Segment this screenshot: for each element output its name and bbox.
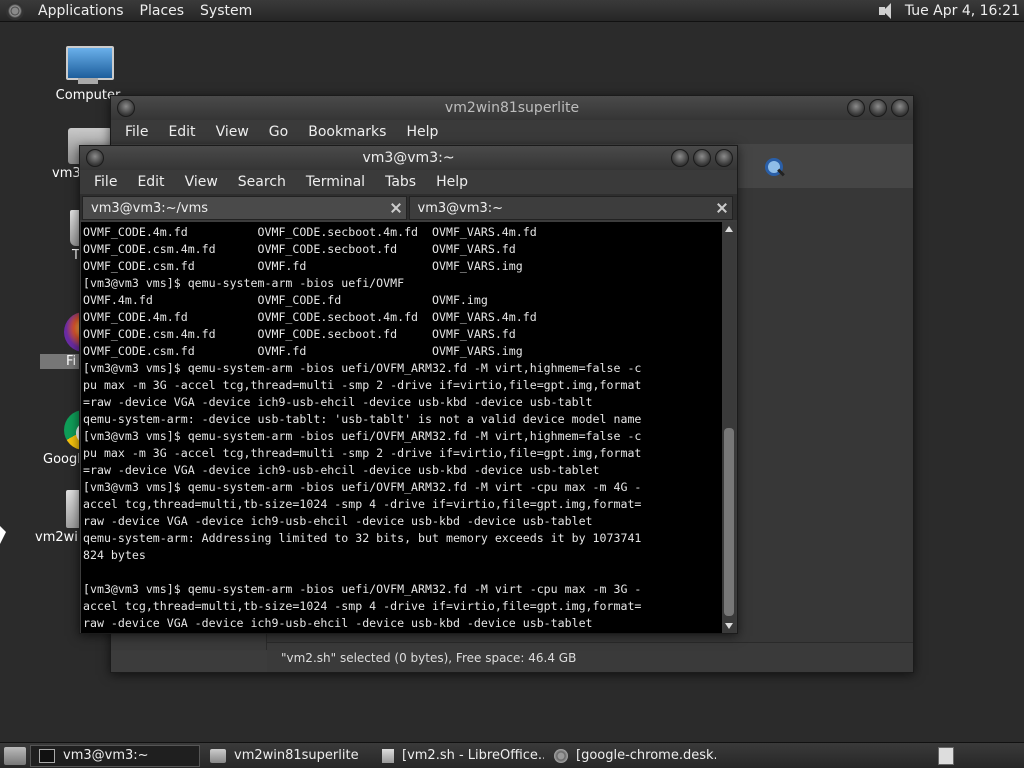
window-title: vm3@vm3:~ (362, 150, 455, 166)
taskbar-item-chrome-desktop[interactable]: [google-chrome.desk... (546, 745, 716, 767)
scrollbar-thumb[interactable] (724, 428, 734, 616)
taskbar-item-label: [google-chrome.desk... (576, 748, 716, 763)
terminal-line: [vm3@vm3 vms]$ qemu-system-arm -bios uef… (83, 276, 405, 290)
terminal-line: qemu-system-arm: -device usb-tablt: 'usb… (83, 412, 642, 426)
terminal-line: [vm3@vm3 vms]$ qemu-system-arm -bios uef… (83, 361, 642, 375)
menu-view[interactable]: View (175, 174, 228, 190)
terminal-line: pu max -m 3G -accel tcg,thread=multi -sm… (83, 378, 642, 392)
terminal-line: OVMF.4m.fd OVMF_CODE.fd OVMF.img (83, 293, 488, 307)
terminal-line: [vm3@vm3 vms]$ qemu-system-arm -bios uef… (83, 429, 642, 443)
menu-edit[interactable]: Edit (127, 174, 174, 190)
terminal-line: =raw -device VGA -device ich9-usb-ehcil … (83, 463, 600, 477)
folder-icon (210, 748, 226, 763)
close-icon[interactable] (390, 202, 402, 214)
tab-label: vm3@vm3:~ (417, 200, 504, 216)
terminal-scrollbar[interactable] (722, 222, 736, 633)
menu-search[interactable]: Search (228, 174, 296, 190)
top-panel: Applications Places System Tue Apr 4, 16… (0, 0, 1024, 22)
search-icon[interactable] (763, 156, 785, 178)
close-button[interactable] (891, 99, 909, 117)
terminal-line: OVMF_CODE.4m.fd OVMF_CODE.secboot.4m.fd … (83, 225, 537, 239)
menu-system[interactable]: System (192, 3, 260, 19)
terminal-line: 824 bytes (83, 548, 146, 562)
terminal-line: =raw -device VGA -device ich9-usb-ehcil … (83, 395, 593, 409)
chrome-icon (554, 748, 568, 763)
terminal-menubar: File Edit View Search Terminal Tabs Help (80, 170, 737, 194)
tab-label: vm3@vm3:~/vms (91, 200, 209, 216)
computer-icon (64, 46, 114, 86)
terminal-line: OVMF_CODE.csm.fd OVMF.fd OVMF_VARS.img (83, 344, 523, 358)
menu-file[interactable]: File (84, 174, 127, 190)
top-panel-tray: Tue Apr 4, 16:21 (877, 2, 1024, 20)
gnome-foot-icon[interactable] (6, 1, 24, 20)
menu-places[interactable]: Places (132, 3, 193, 19)
taskbar-item-libreoffice[interactable]: [vm2.sh - LibreOffice... (374, 745, 544, 767)
workspace-switcher[interactable] (938, 746, 954, 765)
close-button[interactable] (715, 149, 733, 167)
terminal-line: [vm3@vm3 vms]$ qemu-system-arm -bios uef… (83, 480, 642, 494)
minimize-button[interactable] (847, 99, 865, 117)
volume-icon[interactable] (877, 2, 899, 20)
menu-file[interactable]: File (115, 124, 158, 140)
terminal-line: accel tcg,thread=multi,tb-size=1024 -smp… (83, 497, 642, 511)
menu-help[interactable]: Help (426, 174, 478, 190)
terminal-line: pu max -m 3G -accel tcg,thread=multi -sm… (83, 446, 642, 460)
window-menu-button[interactable] (86, 149, 104, 167)
file-manager-statusbar: "vm2.sh" selected (0 bytes), Free space:… (267, 642, 913, 672)
mouse-cursor-icon (0, 526, 6, 544)
terminal-output[interactable]: OVMF_CODE.4m.fd OVMF_CODE.secboot.4m.fd … (81, 222, 723, 633)
show-desktop-icon[interactable] (4, 746, 26, 765)
terminal-line: OVMF_CODE.csm.4m.fd OVMF_CODE.secboot.fd… (83, 327, 516, 341)
terminal-line: raw -device VGA -device ich9-usb-ehcil -… (83, 616, 593, 630)
file-manager-menubar: File Edit View Go Bookmarks Help (111, 120, 913, 144)
tab-home[interactable]: vm3@vm3:~ (408, 196, 733, 220)
menu-view[interactable]: View (206, 124, 259, 140)
scroll-down-icon[interactable] (725, 623, 733, 629)
tab-vms[interactable]: vm3@vm3:~/vms (82, 196, 407, 220)
file-manager-titlebar[interactable]: vm2win81superlite (111, 96, 913, 120)
terminal-line: accel tcg,thread=multi,tb-size=1024 -smp… (83, 599, 642, 613)
terminal-titlebar[interactable]: vm3@vm3:~ (80, 146, 737, 170)
terminal-icon (39, 748, 55, 763)
menu-bookmarks[interactable]: Bookmarks (298, 124, 396, 140)
window-title: vm2win81superlite (444, 100, 580, 116)
taskbar-item-file-manager[interactable]: vm2win81superlite (202, 745, 372, 767)
minimize-button[interactable] (671, 149, 689, 167)
clock[interactable]: Tue Apr 4, 16:21 (905, 3, 1024, 19)
taskbar-item-label: [vm2.sh - LibreOffice... (402, 748, 544, 763)
terminal-line: qemu-system-arm: Addressing limited to 3… (83, 531, 642, 545)
bottom-panel: vm3@vm3:~ vm2win81superlite [vm2.sh - Li… (0, 742, 1024, 768)
status-text: "vm2.sh" selected (0 bytes), Free space:… (281, 650, 577, 665)
terminal-window: vm3@vm3:~ File Edit View Search Terminal… (79, 145, 738, 634)
terminal-line: [vm3@vm3 vms]$ qemu-system-arm -bios uef… (83, 582, 642, 596)
menu-terminal[interactable]: Terminal (296, 174, 375, 190)
maximize-button[interactable] (869, 99, 887, 117)
scroll-up-icon[interactable] (725, 226, 733, 232)
terminal-line: OVMF_CODE.csm.fd OVMF.fd OVMF_VARS.img (83, 259, 523, 273)
taskbar-item-terminal[interactable]: vm3@vm3:~ (30, 744, 200, 767)
terminal-line: OVMF_CODE.4m.fd OVMF_CODE.secboot.4m.fd … (83, 310, 537, 324)
menu-edit[interactable]: Edit (158, 124, 205, 140)
window-menu-button[interactable] (117, 99, 135, 117)
terminal-line: raw -device VGA -device ich9-usb-ehcil -… (83, 514, 593, 528)
menu-tabs[interactable]: Tabs (375, 174, 426, 190)
terminal-line: OVMF_CODE.csm.4m.fd OVMF_CODE.secboot.fd… (83, 242, 516, 256)
taskbar-item-label: vm3@vm3:~ (63, 748, 149, 763)
terminal-tabs: vm3@vm3:~/vms vm3@vm3:~ (80, 194, 737, 220)
menu-applications[interactable]: Applications (30, 3, 132, 19)
menu-help[interactable]: Help (396, 124, 448, 140)
maximize-button[interactable] (693, 149, 711, 167)
menu-go[interactable]: Go (259, 124, 298, 140)
document-icon (382, 748, 394, 763)
close-icon[interactable] (716, 202, 728, 214)
taskbar-item-label: vm2win81superlite (234, 748, 359, 763)
